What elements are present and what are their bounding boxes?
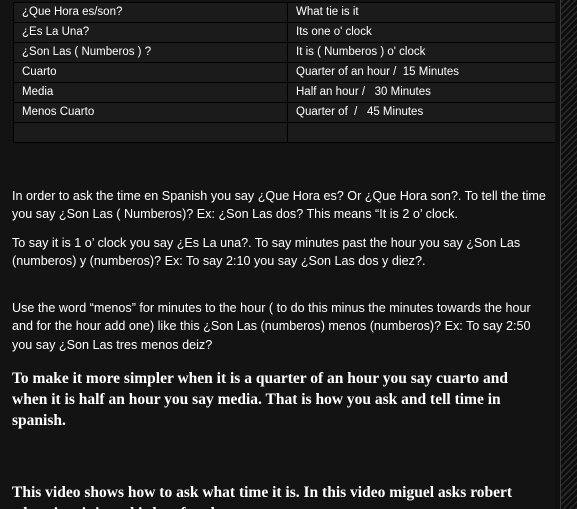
table-cell-spanish: Media — [13, 82, 288, 103]
table-row: Media Half an hour / 30 Minutes — [13, 82, 560, 103]
table-cell-spanish: ¿Son Las ( Numberos ) ? — [13, 42, 288, 63]
paragraph-cuarto-and-media-summary: To make it more simpler when it is a qua… — [12, 369, 509, 429]
table-row — [13, 122, 560, 143]
vocabulary-table-container: ¿Que Hora es/son? What tie is it ¿Es La … — [13, 2, 560, 143]
table-cell-english: Quarter of an hour / 15 Minutes — [287, 62, 560, 83]
table-cell-english: Its one o' clock — [287, 22, 560, 43]
table-cell-english: Half an hour / 30 Minutes — [287, 82, 560, 103]
content-area: ¿Que Hora es/son? What tie is it ¿Es La … — [0, 0, 560, 509]
table-cell-english: What tie is it — [287, 2, 560, 23]
paragraph-menos-minutes-to-hour: Use the word “menos” for minutes to the … — [12, 300, 531, 352]
table-body: ¿Que Hora es/son? What tie is it ¿Es La … — [13, 2, 560, 143]
table-row: ¿Que Hora es/son? What tie is it — [13, 2, 560, 23]
table-row: Menos Cuarto Quarter of / 45 Minutes — [13, 102, 560, 123]
table-row: ¿Son Las ( Numberos ) ? It is ( Numberos… — [13, 42, 560, 63]
table-cell-spanish: ¿Que Hora es/son? — [13, 2, 288, 23]
table-cell-spanish: Cuarto — [13, 62, 288, 83]
table-cell-spanish — [13, 122, 288, 143]
vertical-scrollbar[interactable] — [560, 0, 577, 509]
table-cell-spanish: Menos Cuarto — [13, 102, 288, 123]
table-cell-english: Quarter of / 45 Minutes — [287, 102, 560, 123]
paragraph-asking-the-time: In order to ask the time en Spanish you … — [12, 188, 546, 222]
paragraph-video-description: This video shows how to ask what time it… — [12, 483, 513, 509]
spanish-time-vocabulary-table: ¿Que Hora es/son? What tie is it ¿Es La … — [13, 2, 560, 143]
page-root: ¿Que Hora es/son? What tie is it ¿Es La … — [0, 0, 577, 509]
table-cell-english — [287, 122, 560, 143]
table-cell-english: It is ( Numberos ) o' clock — [287, 42, 560, 63]
table-row: ¿Es La Una? Its one o' clock — [13, 22, 560, 43]
scrollbar-track-edge — [560, 0, 561, 509]
paragraph-one-oclock-and-minutes-past: To say it is 1 o’ clock you say ¿Es La u… — [12, 235, 521, 269]
table-cell-spanish: ¿Es La Una? — [13, 22, 288, 43]
table-row: Cuarto Quarter of an hour / 15 Minutes — [13, 62, 560, 83]
